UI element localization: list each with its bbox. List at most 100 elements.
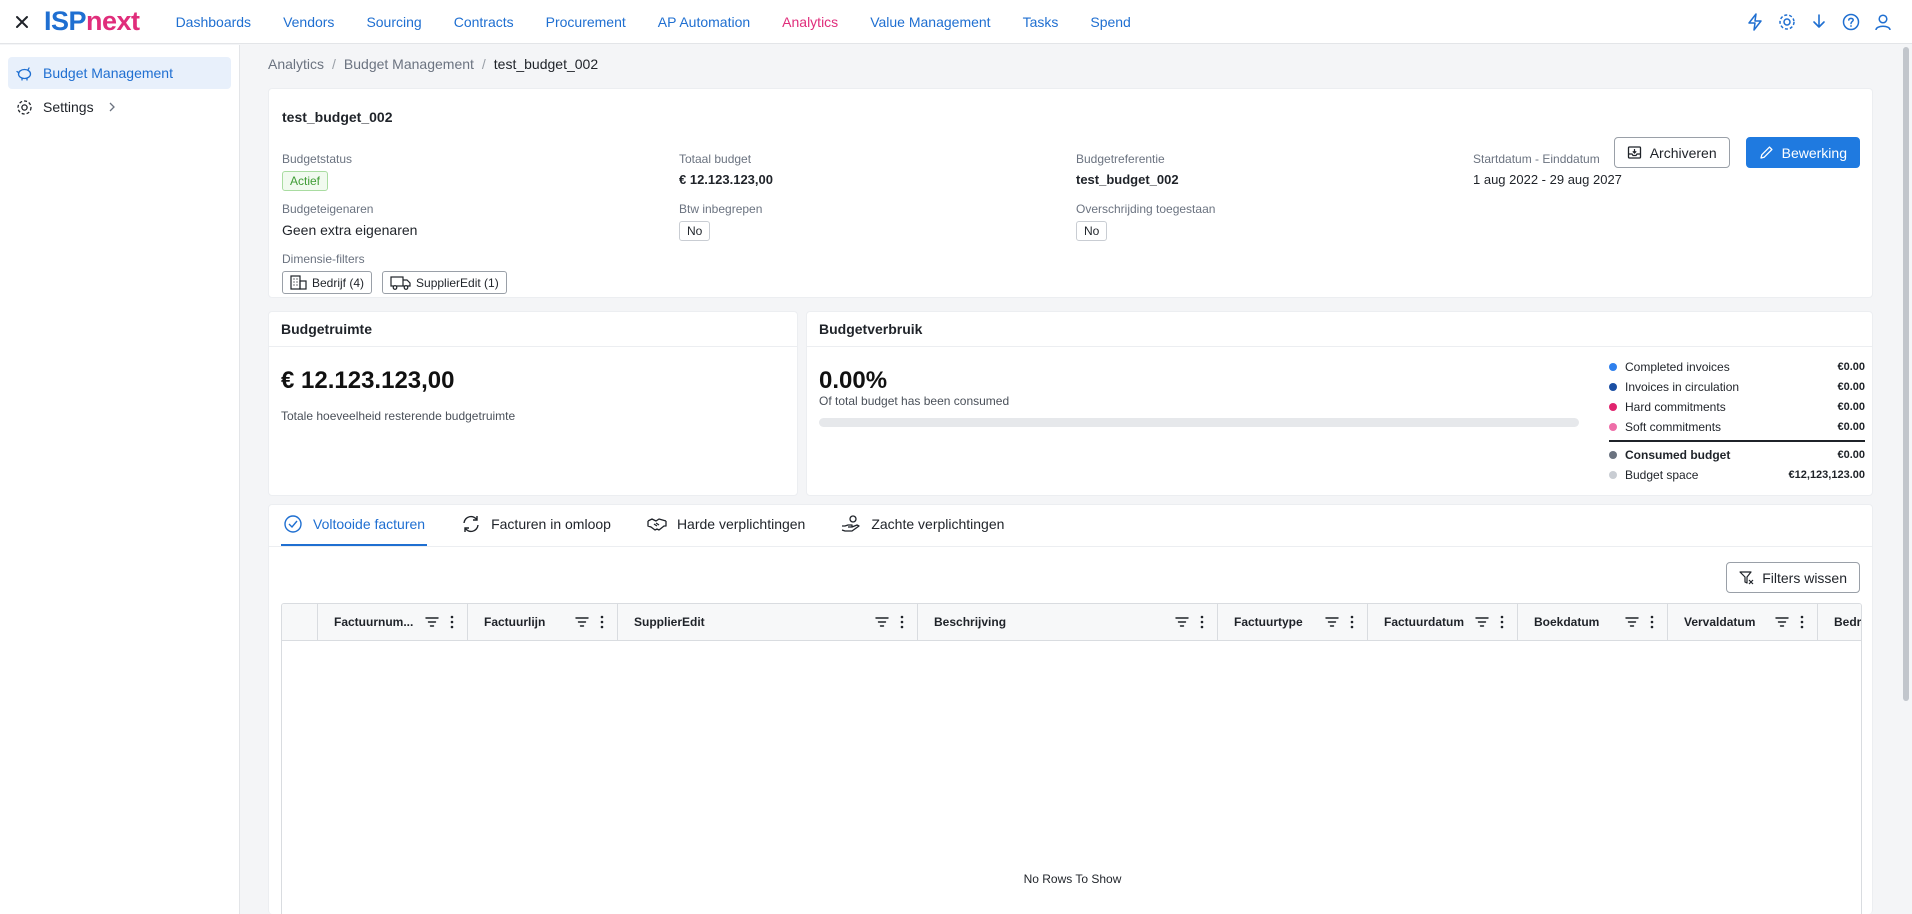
main-content: Analytics / Budget Management / test_bud… xyxy=(268,45,1873,914)
nav-item-vendors[interactable]: Vendors xyxy=(267,0,350,44)
column-label: Beschrijving xyxy=(934,615,1007,629)
chip-label: Bedrijf (4) xyxy=(312,275,365,290)
grid-column-factuurlijn[interactable]: Factuurlijn xyxy=(468,604,618,640)
chip-label: SupplierEdit (1) xyxy=(416,275,499,290)
help-icon[interactable] xyxy=(1842,13,1860,31)
ispnext-logo[interactable]: ISPnext xyxy=(44,6,140,37)
grid-select-column[interactable] xyxy=(282,604,318,640)
legend-item-consumed-budget: Consumed budget €0.00 xyxy=(1609,445,1865,465)
grid-column-beschrijving[interactable]: Beschrijving xyxy=(918,604,1218,640)
archive-button-label: Archiveren xyxy=(1649,144,1717,161)
column-menu-icon[interactable] xyxy=(447,615,457,629)
grid-column-factuurtype[interactable]: Factuurtype xyxy=(1218,604,1368,640)
budget-usage-caption: Of total budget has been consumed xyxy=(819,394,1010,408)
field-overrun-allowed: Overschrijding toegestaan No xyxy=(1076,202,1215,241)
grid-column-factuurdatum[interactable]: Factuurdatum xyxy=(1368,604,1518,640)
gear-icon xyxy=(17,99,32,115)
column-menu-icon[interactable] xyxy=(1647,615,1657,629)
column-menu-icon[interactable] xyxy=(1197,615,1207,629)
field-label: Budgetreferentie xyxy=(1076,152,1165,166)
edit-button[interactable]: Bewerking xyxy=(1745,137,1860,168)
archive-button[interactable]: Archiveren xyxy=(1613,137,1730,168)
clear-filters-button[interactable]: Filters wissen xyxy=(1726,562,1860,593)
column-filter-icon[interactable] xyxy=(575,616,589,628)
tab-facturen-in-omloop[interactable]: Facturen in omloop xyxy=(459,504,613,546)
tab-voltooide-facturen[interactable]: Voltooide facturen xyxy=(281,504,428,546)
dimension-chip-supplier[interactable]: SupplierEdit (1) xyxy=(382,271,507,294)
grid-column-boekdatum[interactable]: Boekdatum xyxy=(1518,604,1668,640)
field-label: Totaal budget xyxy=(679,152,752,166)
building-icon xyxy=(290,275,307,290)
legend-value: €0.00 xyxy=(1837,421,1865,433)
tab-zachte-verplichtingen[interactable]: Zachte verplichtingen xyxy=(839,504,1006,546)
legend-value: €0.00 xyxy=(1837,361,1865,373)
sidebar-item-label: Settings xyxy=(43,99,94,115)
nav-item-tasks[interactable]: Tasks xyxy=(1007,0,1075,44)
filter-clear-icon xyxy=(1739,571,1754,585)
scrollbar-thumb[interactable] xyxy=(1903,47,1909,701)
nav-item-spend[interactable]: Spend xyxy=(1074,0,1146,44)
field-reference: Budgetreferentie test_budget_002 xyxy=(1076,152,1179,187)
sidebar-item-label: Budget Management xyxy=(43,65,173,81)
close-button[interactable] xyxy=(0,0,44,44)
nav-item-contracts[interactable]: Contracts xyxy=(438,0,530,44)
download-icon[interactable] xyxy=(1810,13,1828,31)
field-label: Btw inbegrepen xyxy=(679,202,763,216)
main-nav: Dashboards Vendors Sourcing Contracts Procur… xyxy=(160,0,1147,44)
grid-column-bedr[interactable]: Bedr xyxy=(1818,604,1861,640)
grid-column-supplieredit[interactable]: SupplierEdit xyxy=(618,604,918,640)
lightning-icon[interactable] xyxy=(1746,13,1764,31)
tab-harde-verplichtingen[interactable]: Harde verplichtingen xyxy=(645,504,807,546)
breadcrumb-analytics[interactable]: Analytics xyxy=(268,56,324,72)
column-filter-icon[interactable] xyxy=(1775,616,1789,628)
legend-label: Hard commitments xyxy=(1625,400,1726,414)
column-menu-icon[interactable] xyxy=(597,615,607,629)
sidebar-item-settings[interactable]: Settings xyxy=(8,91,231,123)
grid-column-vervaldatum[interactable]: Vervaldatum xyxy=(1668,604,1818,640)
pencil-icon xyxy=(1759,146,1773,159)
budget-title: test_budget_002 xyxy=(282,109,393,125)
column-menu-icon[interactable] xyxy=(1347,615,1357,629)
nav-item-dashboards[interactable]: Dashboards xyxy=(160,0,268,44)
page-scrollbar[interactable] xyxy=(1900,45,1912,914)
column-filter-icon[interactable] xyxy=(1625,616,1639,628)
truck-icon xyxy=(390,276,411,290)
breadcrumb-separator: / xyxy=(481,56,486,72)
breadcrumb: Analytics / Budget Management / test_bud… xyxy=(268,45,1873,83)
tab-label: Facturen in omloop xyxy=(491,516,611,532)
budget-action-buttons: Archiveren Bewerking xyxy=(1613,137,1860,168)
column-menu-icon[interactable] xyxy=(1497,615,1507,629)
hand-coin-icon xyxy=(842,515,860,532)
user-icon[interactable] xyxy=(1874,13,1892,31)
nav-item-ap-automation[interactable]: AP Automation xyxy=(642,0,766,44)
column-menu-icon[interactable] xyxy=(1797,615,1807,629)
column-label: Boekdatum xyxy=(1534,615,1600,629)
dimension-chip-company[interactable]: Bedrijf (4) xyxy=(282,271,373,294)
column-filter-icon[interactable] xyxy=(1325,616,1339,628)
grid-column-factuurnum[interactable]: Factuurnum... xyxy=(318,604,468,640)
breadcrumb-budget-management[interactable]: Budget Management xyxy=(344,56,474,72)
budget-usage-legend: Completed invoices €0.00 Invoices in circu… xyxy=(1609,357,1865,485)
column-label: Factuurtype xyxy=(1234,615,1303,629)
column-filter-icon[interactable] xyxy=(425,616,439,628)
tab-label: Voltooide facturen xyxy=(313,516,426,532)
column-filter-icon[interactable] xyxy=(875,616,889,628)
budget-usage-progress-bar xyxy=(819,418,1579,427)
nav-item-value-management[interactable]: Value Management xyxy=(854,0,1006,44)
archive-icon xyxy=(1627,146,1641,159)
legend-value: €0.00 xyxy=(1837,449,1865,461)
budget-usage-percent: 0.00% xyxy=(819,367,888,394)
nav-item-analytics[interactable]: Analytics xyxy=(766,0,854,44)
legend-item-hard-commitments: Hard commitments €0.00 xyxy=(1609,397,1865,417)
column-filter-icon[interactable] xyxy=(1175,616,1189,628)
column-filter-icon[interactable] xyxy=(1475,616,1489,628)
legend-label: Budget space xyxy=(1625,468,1699,482)
nav-item-sourcing[interactable]: Sourcing xyxy=(350,0,437,44)
field-label: Startdatum - Einddatum xyxy=(1473,152,1600,166)
nav-item-procurement[interactable]: Procurement xyxy=(530,0,642,44)
column-menu-icon[interactable] xyxy=(897,615,907,629)
legend-dot xyxy=(1609,383,1617,391)
field-value: Geen extra eigenaren xyxy=(282,222,418,238)
gear-icon[interactable] xyxy=(1778,13,1796,31)
sidebar-item-budget-management[interactable]: Budget Management xyxy=(8,57,231,89)
